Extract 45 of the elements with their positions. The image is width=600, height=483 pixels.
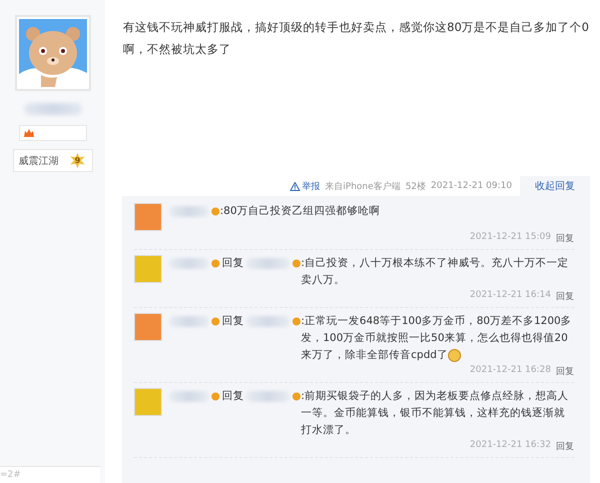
medal-icon bbox=[211, 392, 220, 401]
report-link[interactable]: 举报 bbox=[290, 180, 320, 192]
post-time: 2021-12-21 09:10 bbox=[430, 181, 512, 191]
reply-time: 2021-12-21 15:09 bbox=[470, 232, 551, 244]
blurred-username[interactable] bbox=[246, 391, 290, 402]
medal-icon bbox=[211, 259, 220, 268]
medal-icon bbox=[292, 392, 301, 401]
blurred-username[interactable] bbox=[24, 103, 82, 115]
blurred-username[interactable] bbox=[169, 391, 209, 402]
reply-to-label: 回复 bbox=[222, 314, 244, 329]
reply-link[interactable]: 回复 bbox=[556, 365, 574, 378]
blurred-username[interactable] bbox=[169, 206, 209, 217]
blurred-username[interactable] bbox=[246, 258, 290, 269]
reply-link[interactable]: 回复 bbox=[556, 440, 574, 453]
user-avatar[interactable] bbox=[134, 388, 162, 416]
reply-time: 2021-12-21 16:28 bbox=[470, 365, 551, 377]
reply-time: 2021-12-21 16:14 bbox=[470, 290, 551, 302]
reply-link[interactable]: 回复 bbox=[556, 232, 574, 245]
reply-time: 2021-12-21 16:32 bbox=[470, 440, 551, 452]
reply-text: :自己投资，八十万根本练不了神威号。充八十万不一定卖八万。 bbox=[301, 256, 570, 288]
level-star-badge: 9 bbox=[70, 152, 86, 168]
warning-icon bbox=[290, 182, 300, 190]
reply-text: :正常玩一发648等于100多万金币，80万差不多1200多发，100万金币就按照一比50来算，怎么也得也得值20来万了，除非全部传音cpdd了 bbox=[301, 314, 573, 364]
medal-icon bbox=[211, 207, 220, 216]
user-avatar[interactable] bbox=[134, 203, 162, 231]
blurred-username[interactable] bbox=[169, 316, 209, 327]
reply-text: :前期买银袋子的人多，因为老板要点修点经脉，想高人一等。金币能算钱，银币不能算钱，这样充的钱逐渐就打水漂了。 bbox=[301, 389, 570, 438]
post-text: 有这钱不玩神威打服战，搞好顶级的转手也好卖点，感觉你这80万是不是自己多加了个0啊，不然被坑太多了 bbox=[122, 19, 590, 58]
user-avatar[interactable] bbox=[134, 313, 162, 341]
reply-to-label: 回复 bbox=[222, 256, 244, 271]
reply-link[interactable]: 回复 bbox=[556, 290, 574, 303]
medal-icon bbox=[211, 317, 220, 326]
reply-text: :80万自己投资乙组四强都够呛啊 bbox=[220, 204, 381, 219]
blurred-username[interactable] bbox=[169, 258, 209, 269]
level-title: 威震江湖 bbox=[18, 154, 58, 168]
post-source: 来自iPhone客户端 bbox=[325, 180, 400, 192]
floor-number: 52楼 bbox=[405, 180, 426, 192]
floor-fragment: =2# bbox=[0, 469, 21, 481]
reply-to-label: 回复 bbox=[222, 389, 244, 404]
medal-icon bbox=[292, 259, 301, 268]
collapse-replies-tab[interactable]: 收起回复 bbox=[520, 176, 590, 196]
user-avatar[interactable] bbox=[134, 255, 162, 283]
blurred-username[interactable] bbox=[246, 316, 290, 327]
medal-icon bbox=[292, 317, 301, 326]
bear-avatar[interactable] bbox=[14, 15, 90, 91]
